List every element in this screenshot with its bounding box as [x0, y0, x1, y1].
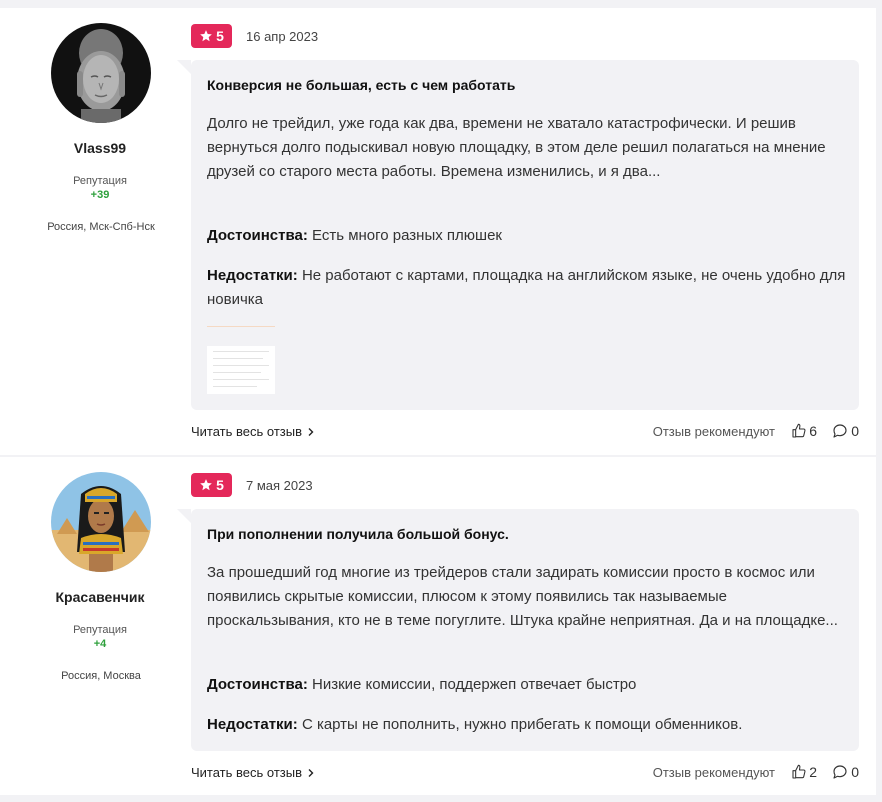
chevron-right-icon — [308, 768, 314, 777]
star-icon — [200, 30, 212, 42]
user-location: Россия, Москва — [61, 670, 141, 682]
cons-label: Недостатки: — [207, 716, 298, 733]
review-date: 16 апр 2023 — [246, 29, 319, 44]
pros-label: Достоинства: — [207, 227, 308, 244]
comments-count: 0 — [851, 423, 859, 439]
review-body: При пополнении получила большой бонус. З… — [177, 509, 859, 751]
username[interactable]: Vlass99 — [0, 140, 200, 156]
recommend-label: Отзыв рекомендуют — [652, 765, 775, 780]
cons-text: С карты не пополнить, нужно прибегать к … — [301, 716, 743, 733]
reputation-value: +4 — [93, 638, 107, 650]
review-text: За прошедший год многие из трейдеров ста… — [207, 564, 838, 629]
comment-icon — [833, 765, 847, 779]
read-more-label: Читать весь отзыв — [191, 765, 303, 780]
review-title: При пополнении получила большой бонус. — [207, 526, 509, 542]
review-body: Конверсия не большая, есть с чем работат… — [177, 60, 859, 410]
review-cons: Недостатки: Не работают с картами, площа… — [207, 264, 847, 312]
star-icon — [200, 479, 212, 491]
rating-value: 5 — [216, 477, 224, 493]
comments-count: 0 — [851, 764, 859, 780]
reviews-page: Vlass99 Репутация +39 Россия, Мск-Спб-Нс… — [0, 0, 882, 802]
review-pros: Достоинства: Низкие комиссии, поддержеп … — [207, 673, 847, 697]
review-cons: Недостатки: С карты не пополнить, нужно … — [207, 713, 847, 737]
username[interactable]: Красавенчик — [0, 589, 200, 605]
review-pros: Достоинства: Есть много разных плюшек — [207, 224, 847, 248]
comment-icon — [833, 424, 847, 438]
recommend-label: Отзыв рекомендуют — [652, 424, 775, 439]
cons-text: Не работают с картами, площадка на англи… — [207, 267, 846, 308]
chevron-right-icon — [308, 427, 314, 436]
review-date: 7 мая 2023 — [246, 478, 313, 493]
like-button[interactable]: 2 — [791, 764, 817, 780]
read-full-review-link[interactable]: Читать весь отзыв — [191, 424, 316, 439]
avatar[interactable] — [51, 23, 151, 123]
read-full-review-link[interactable]: Читать весь отзыв — [191, 765, 316, 780]
reputation-label: Репутация — [73, 175, 127, 187]
rating-badge: 5 — [191, 473, 232, 497]
review-text: Долго не трейдил, уже года как два, врем… — [207, 115, 826, 180]
review-footer: Читать весь отзыв Отзыв рекомендуют 2 0 — [191, 764, 859, 785]
reputation-label: Репутация — [73, 624, 127, 636]
divider — [207, 326, 275, 327]
review-title: Конверсия не большая, есть с чем работат… — [207, 77, 516, 93]
likes-count: 2 — [809, 764, 817, 780]
comments-button[interactable]: 0 — [832, 764, 859, 780]
review-card: Красавенчик Репутация +4 Россия, Москва … — [0, 457, 876, 795]
comments-button[interactable]: 0 — [832, 423, 859, 439]
rating-badge: 5 — [191, 24, 232, 48]
cons-label: Недостатки: — [207, 267, 298, 284]
avatar[interactable] — [51, 472, 151, 572]
reputation-value: +39 — [90, 189, 110, 201]
read-more-label: Читать весь отзыв — [191, 424, 303, 439]
attachment-thumbnail[interactable] — [207, 346, 275, 394]
review-card: Vlass99 Репутация +39 Россия, Мск-Спб-Нс… — [0, 8, 876, 455]
thumbs-up-icon — [792, 423, 806, 438]
pros-text: Есть много разных плюшек — [312, 227, 502, 244]
pros-label: Достоинства: — [207, 676, 308, 693]
pros-text: Низкие комиссии, поддержеп отвечает быст… — [312, 676, 637, 693]
rating-value: 5 — [216, 28, 224, 44]
review-footer: Читать весь отзыв Отзыв рекомендуют 6 0 — [191, 423, 859, 444]
user-location: Россия, Мск-Спб-Нск — [47, 221, 155, 233]
thumbs-up-icon — [792, 764, 806, 779]
like-button[interactable]: 6 — [791, 423, 817, 439]
likes-count: 6 — [809, 423, 817, 439]
